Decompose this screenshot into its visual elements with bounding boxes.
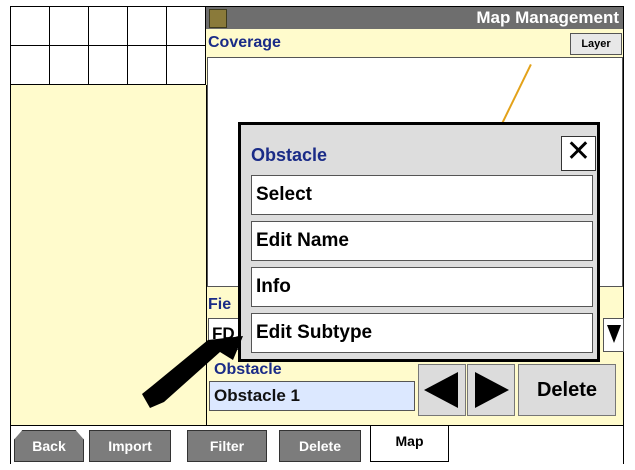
tab-map[interactable]: Map [370, 426, 449, 462]
grid-cell[interactable] [50, 7, 89, 46]
app-icon [209, 9, 227, 28]
grid-cell[interactable] [11, 7, 50, 46]
grid-cell[interactable] [167, 7, 206, 46]
grid-cell[interactable] [128, 46, 167, 85]
quick-access-grid [11, 7, 206, 85]
window-title: Map Management [476, 8, 619, 27]
grid-cell[interactable] [128, 7, 167, 46]
tab-import[interactable]: Import [89, 430, 171, 462]
grid-cell[interactable] [50, 46, 89, 85]
tab-filter[interactable]: Filter [187, 430, 267, 462]
menu-item-edit-name[interactable]: Edit Name [251, 221, 593, 261]
close-button[interactable]: ✕ [561, 136, 596, 171]
tab-delete[interactable]: Delete [279, 430, 361, 462]
tab-bar: Back Import Filter Delete Map [11, 425, 623, 464]
next-arrow-button[interactable] [467, 364, 515, 416]
coverage-label: Coverage [208, 34, 281, 51]
obstacle-popup: Obstacle ✕ Select Edit Name Info Edit Su… [238, 122, 600, 362]
title-bar: Map Management [206, 7, 623, 29]
menu-item-info[interactable]: Info [251, 267, 593, 307]
grid-cell[interactable] [11, 46, 50, 85]
grid-cell[interactable] [167, 46, 206, 85]
menu-item-select[interactable]: Select [251, 175, 593, 215]
delete-obstacle-button[interactable]: Delete [518, 364, 616, 416]
grid-cell[interactable] [89, 7, 128, 46]
grid-cell[interactable] [89, 46, 128, 85]
layer-button[interactable]: Layer [570, 33, 622, 55]
menu-item-edit-subtype[interactable]: Edit Subtype [251, 313, 593, 353]
close-icon: ✕ [565, 135, 592, 168]
field-label: Fie [208, 296, 232, 313]
pointer-arrow-icon [142, 336, 243, 408]
popup-title: Obstacle [251, 145, 328, 165]
tab-back[interactable]: Back [14, 430, 84, 462]
previous-arrow-button[interactable] [418, 364, 466, 416]
field-dropdown-arrow[interactable] [603, 318, 624, 352]
